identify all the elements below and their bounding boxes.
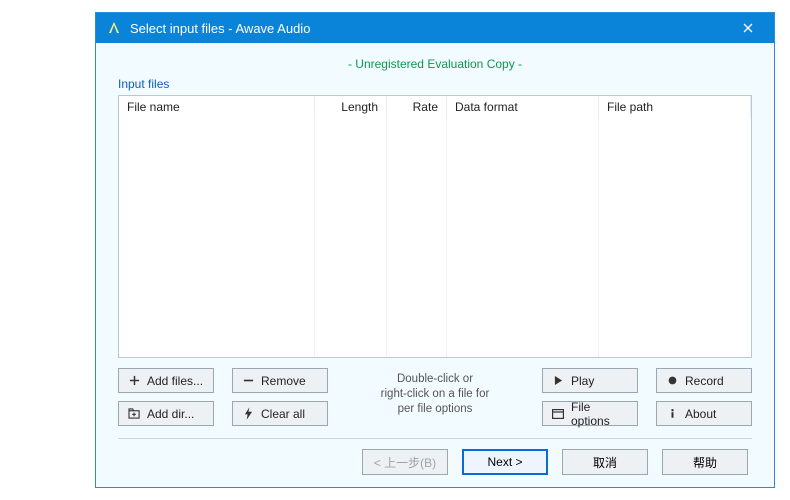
clear-all-button[interactable]: Clear all <box>232 401 328 426</box>
close-button[interactable] <box>728 13 768 43</box>
col-header-rate[interactable]: Rate <box>387 96 447 118</box>
cancel-button[interactable]: 取消 <box>562 449 648 475</box>
add-files-label: Add files... <box>147 374 203 388</box>
folder-plus-icon <box>127 407 141 421</box>
play-icon <box>551 374 565 388</box>
play-label: Play <box>571 374 594 388</box>
help-button[interactable]: 帮助 <box>662 449 748 475</box>
add-files-button[interactable]: Add files... <box>118 368 214 393</box>
col-header-path[interactable]: File path <box>599 96 751 118</box>
next-button[interactable]: Next > <box>462 449 548 475</box>
back-button: < 上一步(B) <box>362 449 448 475</box>
plus-icon <box>127 374 141 388</box>
hint-text: Double-click or right-click on a file fo… <box>346 368 524 417</box>
file-options-button[interactable]: File options <box>542 401 638 426</box>
lightning-icon <box>241 407 255 421</box>
file-options-label: File options <box>571 400 629 428</box>
action-button-row: Add files... Add dir... <box>118 368 752 426</box>
remove-button[interactable]: Remove <box>232 368 328 393</box>
window-title: Select input files - Awave Audio <box>130 21 728 36</box>
separator <box>118 438 752 439</box>
hint-line1: Double-click or <box>346 372 524 387</box>
evaluation-banner: - Unregistered Evaluation Copy - <box>348 57 522 71</box>
minus-icon <box>241 374 255 388</box>
add-dir-button[interactable]: Add dir... <box>118 401 214 426</box>
record-icon <box>665 374 679 388</box>
about-button[interactable]: About <box>656 401 752 426</box>
group-label: Input files <box>118 77 752 91</box>
record-button[interactable]: Record <box>656 368 752 393</box>
remove-label: Remove <box>261 374 306 388</box>
titlebar: Select input files - Awave Audio <box>96 13 774 43</box>
input-files-group: Input files File name Length Rate Data f… <box>118 77 752 426</box>
file-table[interactable]: File name Length Rate Data format File p… <box>118 95 752 358</box>
hint-line3: per file options <box>346 402 524 417</box>
col-header-format[interactable]: Data format <box>447 96 599 118</box>
info-icon <box>665 407 679 421</box>
dialog-body: - Unregistered Evaluation Copy - Input f… <box>96 43 774 487</box>
col-header-length[interactable]: Length <box>315 96 387 118</box>
col-header-name[interactable]: File name <box>119 96 315 118</box>
hint-line2: right-click on a file for <box>346 387 524 402</box>
add-dir-label: Add dir... <box>147 407 194 421</box>
window-icon <box>551 407 565 421</box>
clear-all-label: Clear all <box>261 407 305 421</box>
table-header: File name Length Rate Data format File p… <box>119 96 751 118</box>
table-body[interactable] <box>119 118 751 357</box>
app-icon <box>106 20 122 36</box>
about-label: About <box>685 407 716 421</box>
record-label: Record <box>685 374 724 388</box>
wizard-footer: < 上一步(B) Next > 取消 帮助 <box>118 449 752 475</box>
dialog-window: Select input files - Awave Audio - Unreg… <box>95 12 775 488</box>
play-button[interactable]: Play <box>542 368 638 393</box>
